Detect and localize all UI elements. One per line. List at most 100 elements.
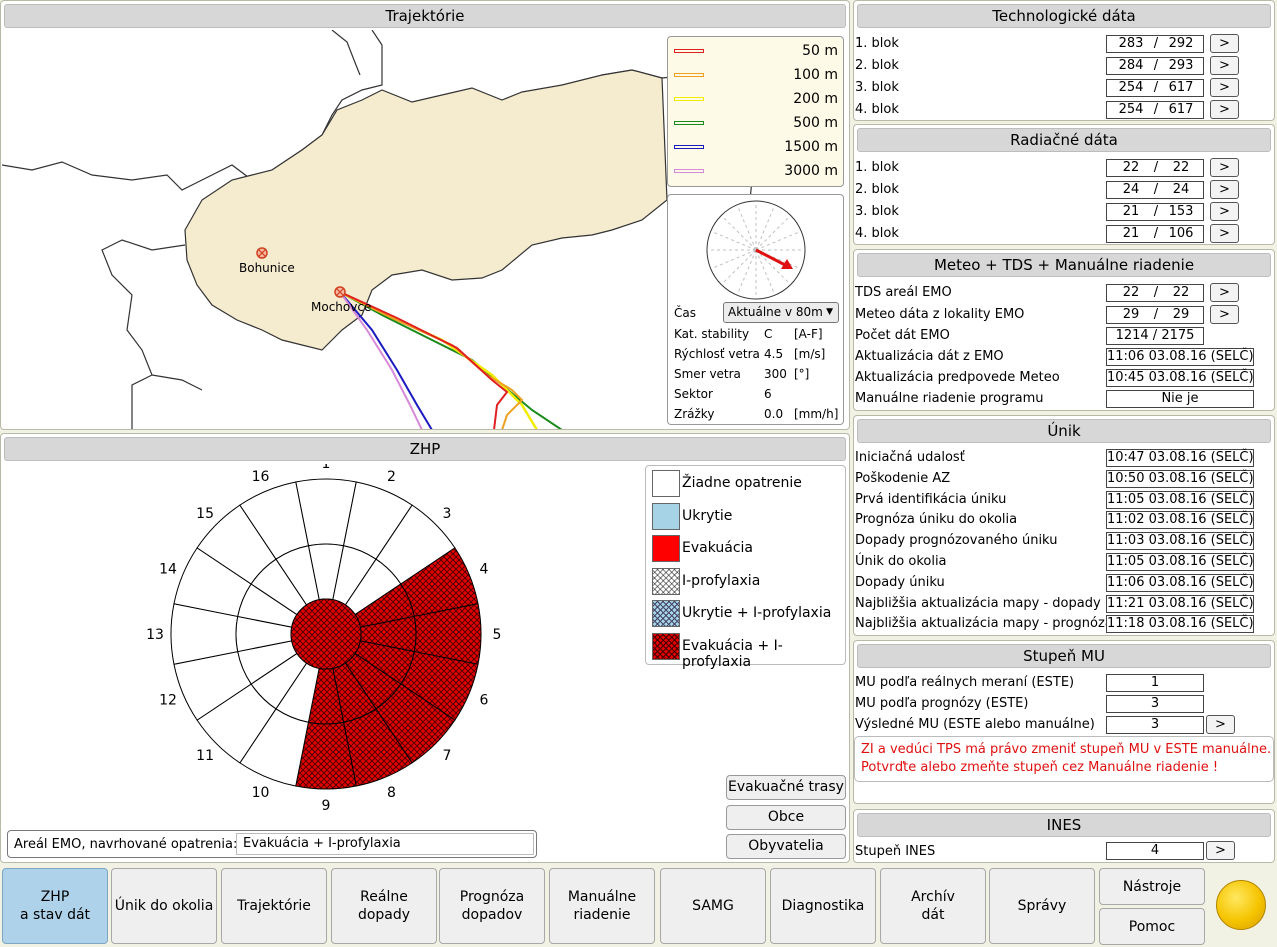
zhp-center-disc[interactable] bbox=[290, 598, 362, 670]
bohunice-marker-icon[interactable] bbox=[256, 247, 268, 259]
zhp-legend-label: Ukrytie bbox=[682, 507, 733, 524]
zhp-legend-swatch bbox=[652, 632, 680, 660]
rad-arrow-button[interactable]: > bbox=[1210, 224, 1239, 243]
tech-value-a: 284 bbox=[1118, 58, 1144, 73]
evacuation-routes-button[interactable]: Evakuačné trasy bbox=[726, 775, 846, 800]
nav-button[interactable]: Trajektórie bbox=[221, 868, 327, 944]
nav-button-line2: riadenie bbox=[573, 907, 631, 923]
nav-button[interactable]: Únik do okolia bbox=[111, 868, 217, 944]
nav-button[interactable]: Správy bbox=[989, 868, 1095, 944]
legend-line bbox=[674, 145, 704, 149]
nav-button[interactable]: Reálne dopady bbox=[331, 868, 437, 944]
unik-row-label: Únik do okolia bbox=[855, 554, 947, 569]
mu-row-label: MU podľa prognózy (ESTE) bbox=[855, 696, 1029, 711]
mu-title: Stupeň MU bbox=[857, 644, 1271, 668]
status-indicator-icon bbox=[1216, 880, 1266, 930]
lok-value-a: 29 bbox=[1122, 307, 1140, 322]
nastroje-button[interactable]: Nástroje bbox=[1099, 868, 1205, 905]
nav-button-line1: Manuálne bbox=[567, 889, 637, 905]
meteo-row-label: Rýchlosť vetra bbox=[674, 347, 760, 361]
tds-arrow-button[interactable]: > bbox=[1210, 283, 1239, 302]
meteo-row-value: 6 bbox=[764, 387, 772, 401]
nav-button[interactable]: Diagnostika bbox=[770, 868, 876, 944]
tds-value-a: 22 bbox=[1122, 285, 1140, 300]
nav-button-label: Prognóza dopadov bbox=[460, 888, 524, 924]
cas-select[interactable]: Aktuálne v 80m ▼ bbox=[723, 302, 839, 323]
mu-warning-line1: ZI a vedúci TPS má právo zmeniť stupeň M… bbox=[861, 742, 1272, 757]
tds-label: TDS areál EMO bbox=[855, 285, 952, 300]
zhp-sector-rose[interactable]: 12345678910111213141516 bbox=[141, 464, 521, 834]
unik-row-label: Najbližšia aktualizácia mapy - dopady bbox=[855, 595, 1101, 611]
zhp-sector-number: 13 bbox=[146, 627, 164, 643]
legend-line bbox=[674, 73, 704, 77]
slovakia-territory bbox=[184, 69, 668, 351]
zhp-sector-number: 8 bbox=[387, 785, 396, 801]
trajectories-panel: Trajektórie Bohunice Mochovce 50 m 100 m 2… bbox=[0, 0, 850, 430]
man-value: Nie je bbox=[1106, 390, 1254, 408]
legend-height-label: 100 m bbox=[793, 67, 838, 83]
zhp-legend-label: Žiadne opatrenie bbox=[682, 475, 802, 491]
meteo-row-value: 4.5 bbox=[764, 347, 784, 361]
border-line-south bbox=[151, 374, 203, 391]
tech-arrow-button[interactable]: > bbox=[1210, 78, 1239, 97]
unik-row-label: Dopady prognózovaného úniku bbox=[855, 533, 1058, 549]
rad-row-value: 24/24 bbox=[1106, 181, 1204, 199]
nav-button[interactable]: SAMG bbox=[660, 868, 766, 944]
nav-button-line1: Prognóza bbox=[459, 889, 525, 905]
tds-value: 22 / 22 bbox=[1106, 284, 1204, 302]
cas-select-value: Aktuálne v 80m bbox=[728, 305, 823, 319]
mu-warning-box: ZI a vedúci TPS má právo zmeniť stupeň M… bbox=[854, 736, 1274, 782]
zhp-sector-number: 11 bbox=[196, 748, 214, 764]
tech-value-a: 254 bbox=[1118, 102, 1144, 117]
lok-arrow-button[interactable]: > bbox=[1210, 305, 1239, 324]
tech-row-value: 254/617 bbox=[1106, 101, 1204, 119]
chevron-down-icon: ▼ bbox=[826, 307, 833, 317]
mu-arrow-button[interactable]: > bbox=[1206, 715, 1235, 734]
areal-box: Areál EMO, navrhované opatrenia: Evakuác… bbox=[7, 830, 537, 858]
nav-button[interactable]: Archív dát bbox=[880, 868, 986, 944]
nav-button[interactable]: ZHP a stav dát bbox=[2, 868, 108, 944]
tech-arrow-button[interactable]: > bbox=[1210, 56, 1239, 75]
nav-button[interactable]: Manuálne riadenie bbox=[549, 868, 655, 944]
zhp-panel: ZHP 1 2 3 4 5 6 7 8 9 10 11 12 13 14 15 16 Žiadne opatr… bbox=[0, 433, 850, 863]
rad-arrow-button[interactable]: > bbox=[1210, 202, 1239, 221]
lok-value: 29 / 29 bbox=[1106, 306, 1204, 324]
trajectory-500m bbox=[339, 291, 563, 429]
nav-button-line1: SAMG bbox=[692, 898, 734, 914]
tech-value-b: 617 bbox=[1168, 80, 1194, 95]
ines-label: Stupeň INES bbox=[855, 844, 936, 859]
obce-button[interactable]: Obce bbox=[726, 805, 846, 830]
nav-button-line1: Diagnostika bbox=[781, 898, 865, 914]
ines-title: INES bbox=[857, 813, 1271, 837]
tech-arrow-button[interactable]: > bbox=[1210, 100, 1239, 119]
pocet-value: 1214 / 2175 bbox=[1106, 327, 1204, 345]
nav-button[interactable]: Prognóza dopadov bbox=[439, 868, 545, 944]
zhp-sector-number: 1 bbox=[322, 464, 331, 472]
ines-arrow-button[interactable]: > bbox=[1206, 841, 1235, 860]
mochovce-marker-icon[interactable] bbox=[334, 286, 346, 298]
obyvatelia-button[interactable]: Obyvatelia bbox=[726, 834, 846, 859]
rad-value-a: 22 bbox=[1122, 160, 1140, 175]
rad-value-b: 153 bbox=[1168, 204, 1194, 219]
tech-row-label: 3. blok bbox=[855, 80, 899, 95]
nav-button-line1: Trajektórie bbox=[237, 898, 311, 914]
meteo-row-unit: [mm/h] bbox=[794, 407, 839, 421]
tech-row-value: 284/293 bbox=[1106, 57, 1204, 75]
tech-row-label: 1. blok bbox=[855, 36, 899, 51]
rad-row-label: 4. blok bbox=[855, 226, 899, 241]
rad-data-title: Radiačné dáta bbox=[857, 128, 1271, 152]
nav-button-line2: a stav dát bbox=[19, 907, 91, 923]
mochovce-label: Mochovce bbox=[311, 300, 372, 314]
rad-row-value: 21/106 bbox=[1106, 225, 1204, 243]
pred-value: 10:45 03.08.16 (SELČ) bbox=[1106, 369, 1254, 387]
rad-arrow-button[interactable]: > bbox=[1210, 180, 1239, 199]
rad-row-label: 1. blok bbox=[855, 160, 899, 175]
rad-arrow-button[interactable]: > bbox=[1210, 158, 1239, 177]
meteo-row-label: Sektor bbox=[674, 387, 713, 401]
mu-panel: Stupeň MU MU podľa reálnych meraní (ESTE… bbox=[853, 640, 1275, 804]
nav-button-label: Trajektórie bbox=[237, 897, 311, 915]
tech-arrow-button[interactable]: > bbox=[1210, 34, 1239, 53]
border-line-czech bbox=[331, 30, 361, 76]
pomoc-button[interactable]: Pomoc bbox=[1099, 908, 1205, 945]
tds-value-b: 22 bbox=[1172, 285, 1190, 300]
